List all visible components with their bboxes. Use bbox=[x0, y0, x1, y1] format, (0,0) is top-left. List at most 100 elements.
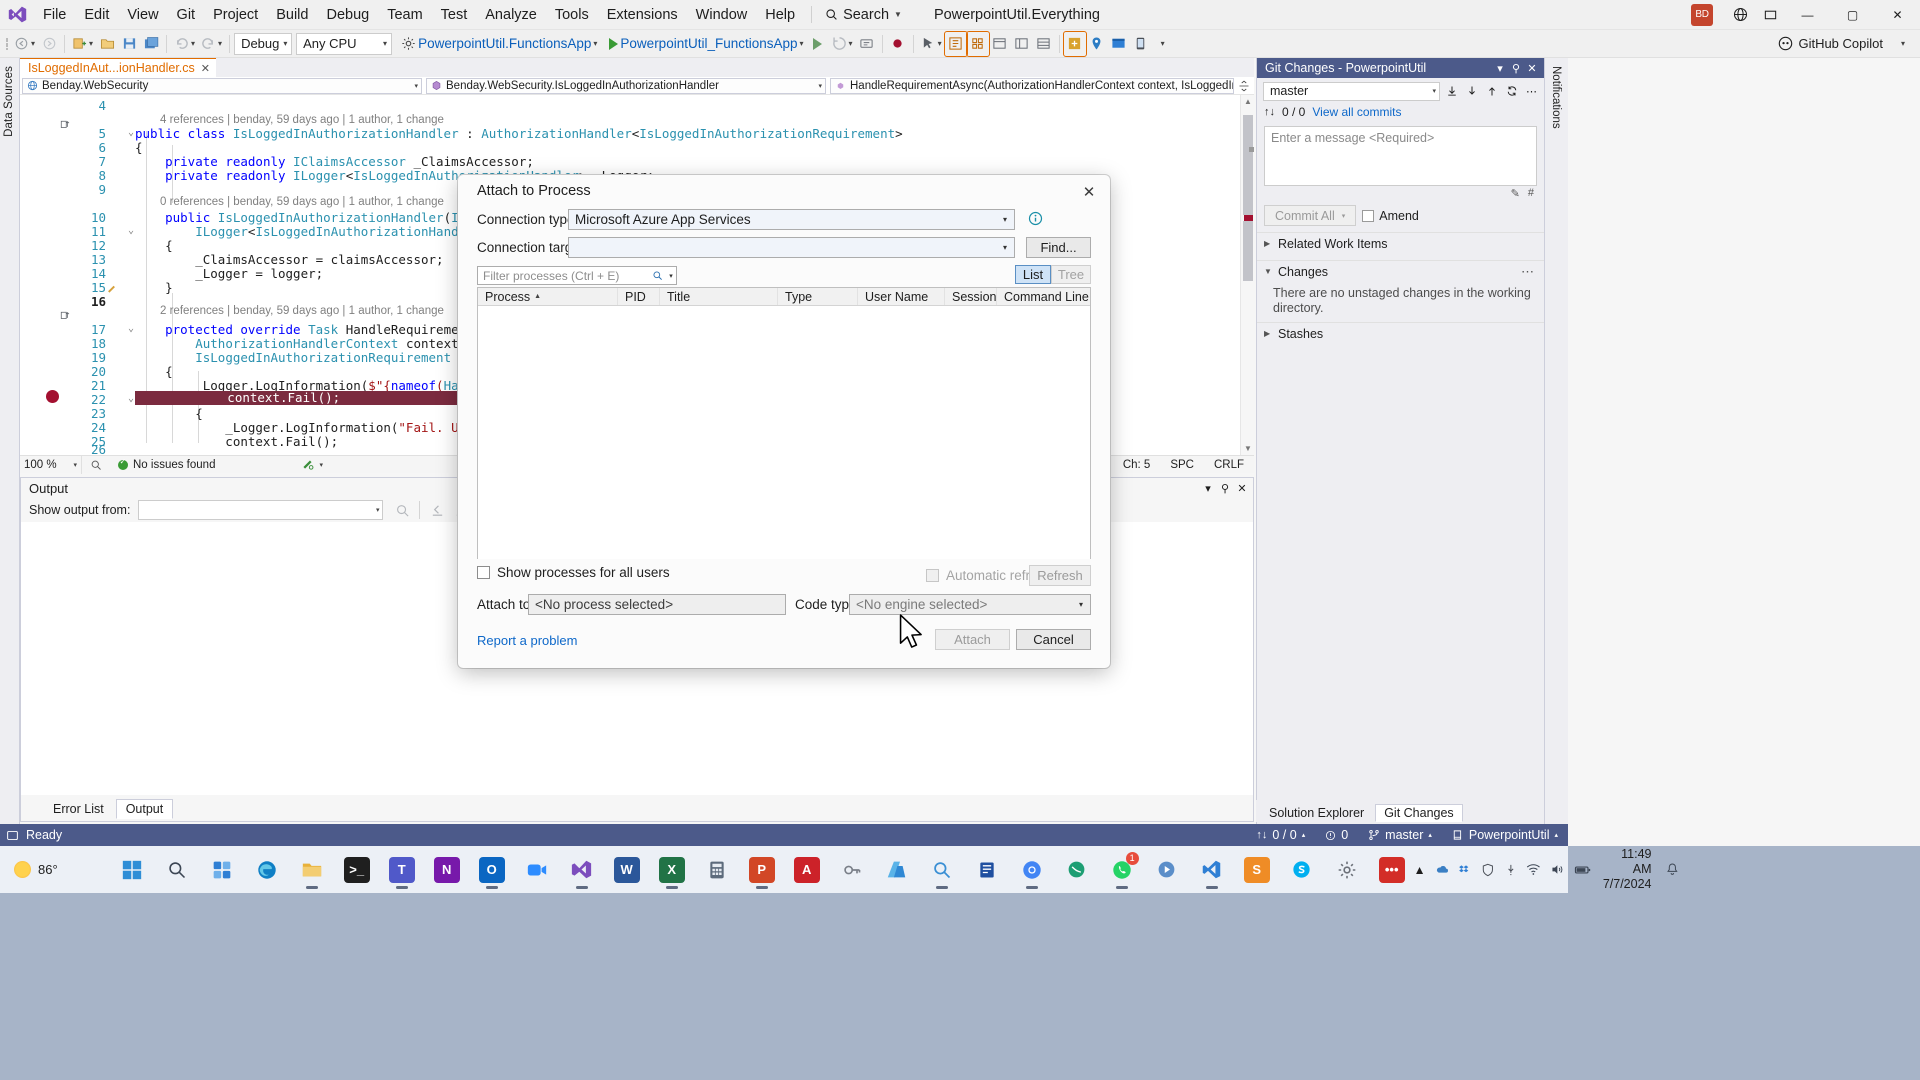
attach-to-value-field[interactable]: <No process selected> bbox=[528, 594, 786, 615]
toggle-breakpoint-button[interactable] bbox=[887, 32, 909, 56]
window-minimize-button[interactable]: — bbox=[1785, 0, 1830, 30]
view-all-commits-link[interactable]: View all commits bbox=[1312, 105, 1401, 119]
start-button[interactable] bbox=[110, 848, 154, 892]
taskbar-app-outlook[interactable]: O bbox=[470, 848, 514, 892]
taskbar-app-sphere[interactable] bbox=[1055, 848, 1099, 892]
search-input[interactable]: Search ▼ bbox=[819, 4, 908, 26]
git-more-actions-button[interactable]: ⋯ bbox=[1523, 82, 1540, 101]
amend-checkbox[interactable]: Amend bbox=[1362, 209, 1419, 223]
line-ending-indicator[interactable]: CRLF bbox=[1204, 459, 1254, 471]
panel-close-icon[interactable]: ✕ bbox=[1235, 482, 1249, 495]
taskbar-app-word[interactable]: W bbox=[605, 848, 649, 892]
connection-type-info-icon[interactable] bbox=[1028, 211, 1043, 229]
breakpoint-glyph[interactable] bbox=[46, 390, 59, 403]
globe-icon[interactable] bbox=[1725, 0, 1755, 30]
column-header-type[interactable]: Type bbox=[778, 288, 858, 305]
menu-tools[interactable]: Tools bbox=[546, 0, 598, 30]
navigate-forward-button[interactable] bbox=[38, 32, 60, 56]
menu-extensions[interactable]: Extensions bbox=[598, 0, 687, 30]
panel-dropdown-icon[interactable]: ▾ bbox=[1201, 482, 1215, 495]
taskbar-app-powerpoint[interactable]: P bbox=[740, 848, 784, 892]
taskbar-app-teams[interactable]: T bbox=[380, 848, 424, 892]
pull-button[interactable] bbox=[1463, 82, 1480, 101]
taskbar-app-search[interactable] bbox=[155, 848, 199, 892]
start-debugging-button[interactable]: PowerpointUtil_FunctionsApp ▾ bbox=[606, 32, 806, 56]
navigate-back-button[interactable]: ▾ bbox=[11, 32, 38, 56]
breadcrumb-class[interactable]: Benday.WebSecurity.IsLoggedInAuthorizati… bbox=[426, 77, 826, 94]
status-branch[interactable]: master ▴ bbox=[1358, 824, 1442, 846]
fold-toggle[interactable]: ⌄ bbox=[128, 126, 134, 140]
menu-view[interactable]: View bbox=[118, 0, 167, 30]
taskbar-app-terminal[interactable]: >_ bbox=[335, 848, 379, 892]
search-icon[interactable] bbox=[649, 270, 666, 281]
tab-git-changes[interactable]: Git Changes bbox=[1375, 804, 1463, 822]
scroll-up-icon[interactable]: ▲ bbox=[1244, 97, 1252, 106]
refresh-button[interactable]: Refresh bbox=[1029, 565, 1091, 586]
fold-toggle[interactable]: ⌄ bbox=[128, 224, 134, 238]
column-header-command-line[interactable]: Command Line bbox=[997, 288, 1090, 305]
taskbar-app-edge[interactable] bbox=[245, 848, 289, 892]
status-errors[interactable]: 0 bbox=[1315, 824, 1358, 846]
connection-type-select[interactable]: Microsoft Azure App Services ▾ bbox=[568, 209, 1015, 230]
go-to-previous-message-button[interactable] bbox=[426, 498, 448, 522]
taskbar-app-excel[interactable]: X bbox=[650, 848, 694, 892]
open-file-button[interactable] bbox=[96, 32, 118, 56]
panel-pin-icon[interactable]: ⚲ bbox=[1218, 482, 1232, 495]
avatar[interactable]: BD bbox=[1691, 3, 1713, 26]
redo-button[interactable]: ▾ bbox=[198, 32, 225, 56]
class-glyph-icon[interactable] bbox=[60, 120, 70, 130]
taskbar-app-sublime[interactable]: S bbox=[1235, 848, 1279, 892]
menu-file[interactable]: File bbox=[34, 0, 75, 30]
tab-error-list[interactable]: Error List bbox=[43, 799, 114, 819]
notifications-bell-icon[interactable] bbox=[1665, 862, 1680, 877]
show-all-users-checkbox[interactable]: Show processes for all users bbox=[477, 565, 670, 580]
data-sources-rail[interactable]: Data Sources bbox=[0, 58, 20, 824]
properties-window-button[interactable] bbox=[1033, 32, 1055, 56]
chevron-down-icon[interactable]: ▾ bbox=[666, 272, 676, 280]
attach-to-process-button[interactable] bbox=[856, 32, 878, 56]
save-button[interactable] bbox=[118, 32, 140, 56]
taskbar-app-whatsapp[interactable]: 1 bbox=[1100, 848, 1144, 892]
method-glyph-icon[interactable] bbox=[60, 311, 70, 321]
taskbar-app-settings[interactable] bbox=[1325, 848, 1369, 892]
taskbar-app-search-tool[interactable] bbox=[920, 848, 964, 892]
highlighted-code-line[interactable]: context.Fail(); bbox=[135, 391, 480, 405]
output-source-select[interactable]: ▾ bbox=[138, 500, 384, 520]
spaces-indicator[interactable]: SPC bbox=[1160, 459, 1204, 471]
taskbar-app-file-explorer[interactable] bbox=[290, 848, 334, 892]
document-tab-isloggedinauthorizationhandler[interactable]: IsLoggedInAut...ionHandler.cs ✕ bbox=[20, 58, 216, 77]
process-table[interactable]: Process ▲ PID Title Type User Name Sessi… bbox=[477, 287, 1091, 559]
web-preview-button[interactable] bbox=[1108, 32, 1130, 56]
menu-edit[interactable]: Edit bbox=[75, 0, 118, 30]
battery-icon[interactable] bbox=[1574, 861, 1592, 879]
column-header-pid[interactable]: PID bbox=[618, 288, 660, 305]
fetch-button[interactable] bbox=[1443, 82, 1460, 101]
onedrive-icon[interactable] bbox=[1435, 862, 1450, 877]
push-button[interactable] bbox=[1483, 82, 1500, 101]
solution-platform-select[interactable]: Any CPU ▾ bbox=[296, 32, 393, 55]
menu-help[interactable]: Help bbox=[756, 0, 804, 30]
undo-button[interactable]: ▾ bbox=[171, 32, 198, 56]
code-type-select[interactable]: <No engine selected> ▾ bbox=[849, 594, 1091, 615]
taskbar-app-zoom[interactable] bbox=[515, 848, 559, 892]
taskbar-app-skype[interactable] bbox=[1280, 848, 1324, 892]
github-copilot-button[interactable]: GitHub Copilot bbox=[1771, 32, 1890, 56]
find-button[interactable]: Find... bbox=[1026, 237, 1091, 258]
window-close-button[interactable]: ✕ bbox=[1875, 0, 1920, 30]
device-preview-button[interactable] bbox=[1130, 32, 1152, 56]
filter-processes-input[interactable]: Filter processes (Ctrl + E) ▾ bbox=[477, 266, 677, 285]
chevron-up-icon[interactable]: ▲ bbox=[1414, 863, 1426, 877]
column-header-process[interactable]: Process ▲ bbox=[478, 288, 618, 305]
status-sync[interactable]: ↑↓ 0 / 0 ▴ bbox=[1246, 824, 1315, 846]
taskbar-app-onenote[interactable]: N bbox=[425, 848, 469, 892]
clock[interactable]: 11:49 AM 7/7/2024 bbox=[1601, 847, 1656, 892]
panel-dropdown-icon[interactable]: ▾ bbox=[1494, 62, 1506, 75]
notifications-rail[interactable]: Notifications bbox=[1544, 58, 1568, 824]
attach-button[interactable]: Attach bbox=[935, 629, 1010, 650]
go-to-live-visual-tree-button[interactable] bbox=[965, 30, 990, 57]
process-table-body[interactable] bbox=[478, 306, 1090, 559]
issues-indicator[interactable] bbox=[82, 459, 110, 471]
codelens-method[interactable]: 2 references | benday, 59 days ago | 1 a… bbox=[160, 304, 444, 318]
save-all-button[interactable] bbox=[140, 32, 162, 56]
menu-window[interactable]: Window bbox=[687, 0, 757, 30]
